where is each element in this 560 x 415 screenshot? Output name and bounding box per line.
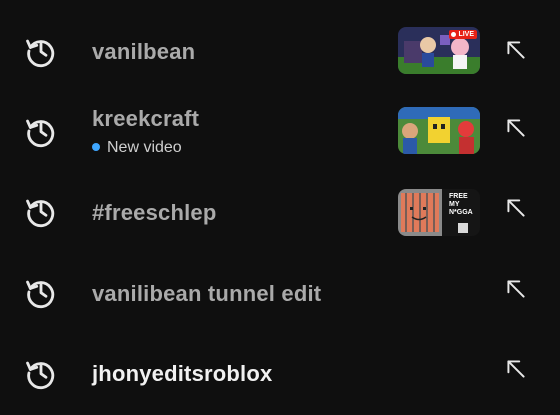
history-icon xyxy=(24,114,58,148)
history-query: kreekcraft xyxy=(92,106,200,131)
history-query: jhonyeditsroblox xyxy=(92,361,273,386)
history-icon xyxy=(24,34,58,68)
new-indicator-dot xyxy=(92,142,100,151)
arrow-up-left-icon[interactable] xyxy=(503,276,529,302)
history-icon xyxy=(24,275,58,309)
new-video-label: New video xyxy=(92,139,182,157)
history-item[interactable]: vanilbean LIVE xyxy=(0,10,560,90)
video-thumbnail[interactable]: LIVE xyxy=(398,27,480,74)
history-item[interactable]: vanilibean tunnel edit xyxy=(0,253,560,333)
arrow-up-left-icon[interactable] xyxy=(503,37,529,63)
history-query: vanilbean xyxy=(92,39,196,64)
thumbnail-caption: FREE MY N*GGA xyxy=(449,193,473,216)
history-item[interactable]: #freeschlep FREE MY N*GGA xyxy=(0,172,560,252)
video-thumbnail[interactable] xyxy=(398,107,480,154)
arrow-up-left-icon[interactable] xyxy=(503,195,529,221)
history-icon xyxy=(24,356,58,390)
history-icon xyxy=(24,194,58,228)
history-item[interactable]: jhonyeditsroblox xyxy=(0,333,560,413)
history-query: vanilibean tunnel edit xyxy=(92,281,322,306)
arrow-up-left-icon[interactable] xyxy=(503,356,529,382)
arrow-up-left-icon[interactable] xyxy=(503,115,529,141)
history-item[interactable]: kreekcraft New video xyxy=(0,91,560,171)
video-thumbnail[interactable]: FREE MY N*GGA xyxy=(398,189,480,236)
search-history-list: vanilbean LIVE kreekcraft New video #fre… xyxy=(0,0,560,415)
subtitle-text: New video xyxy=(107,139,182,156)
history-query: #freeschlep xyxy=(92,200,217,225)
live-badge: LIVE xyxy=(449,30,477,39)
